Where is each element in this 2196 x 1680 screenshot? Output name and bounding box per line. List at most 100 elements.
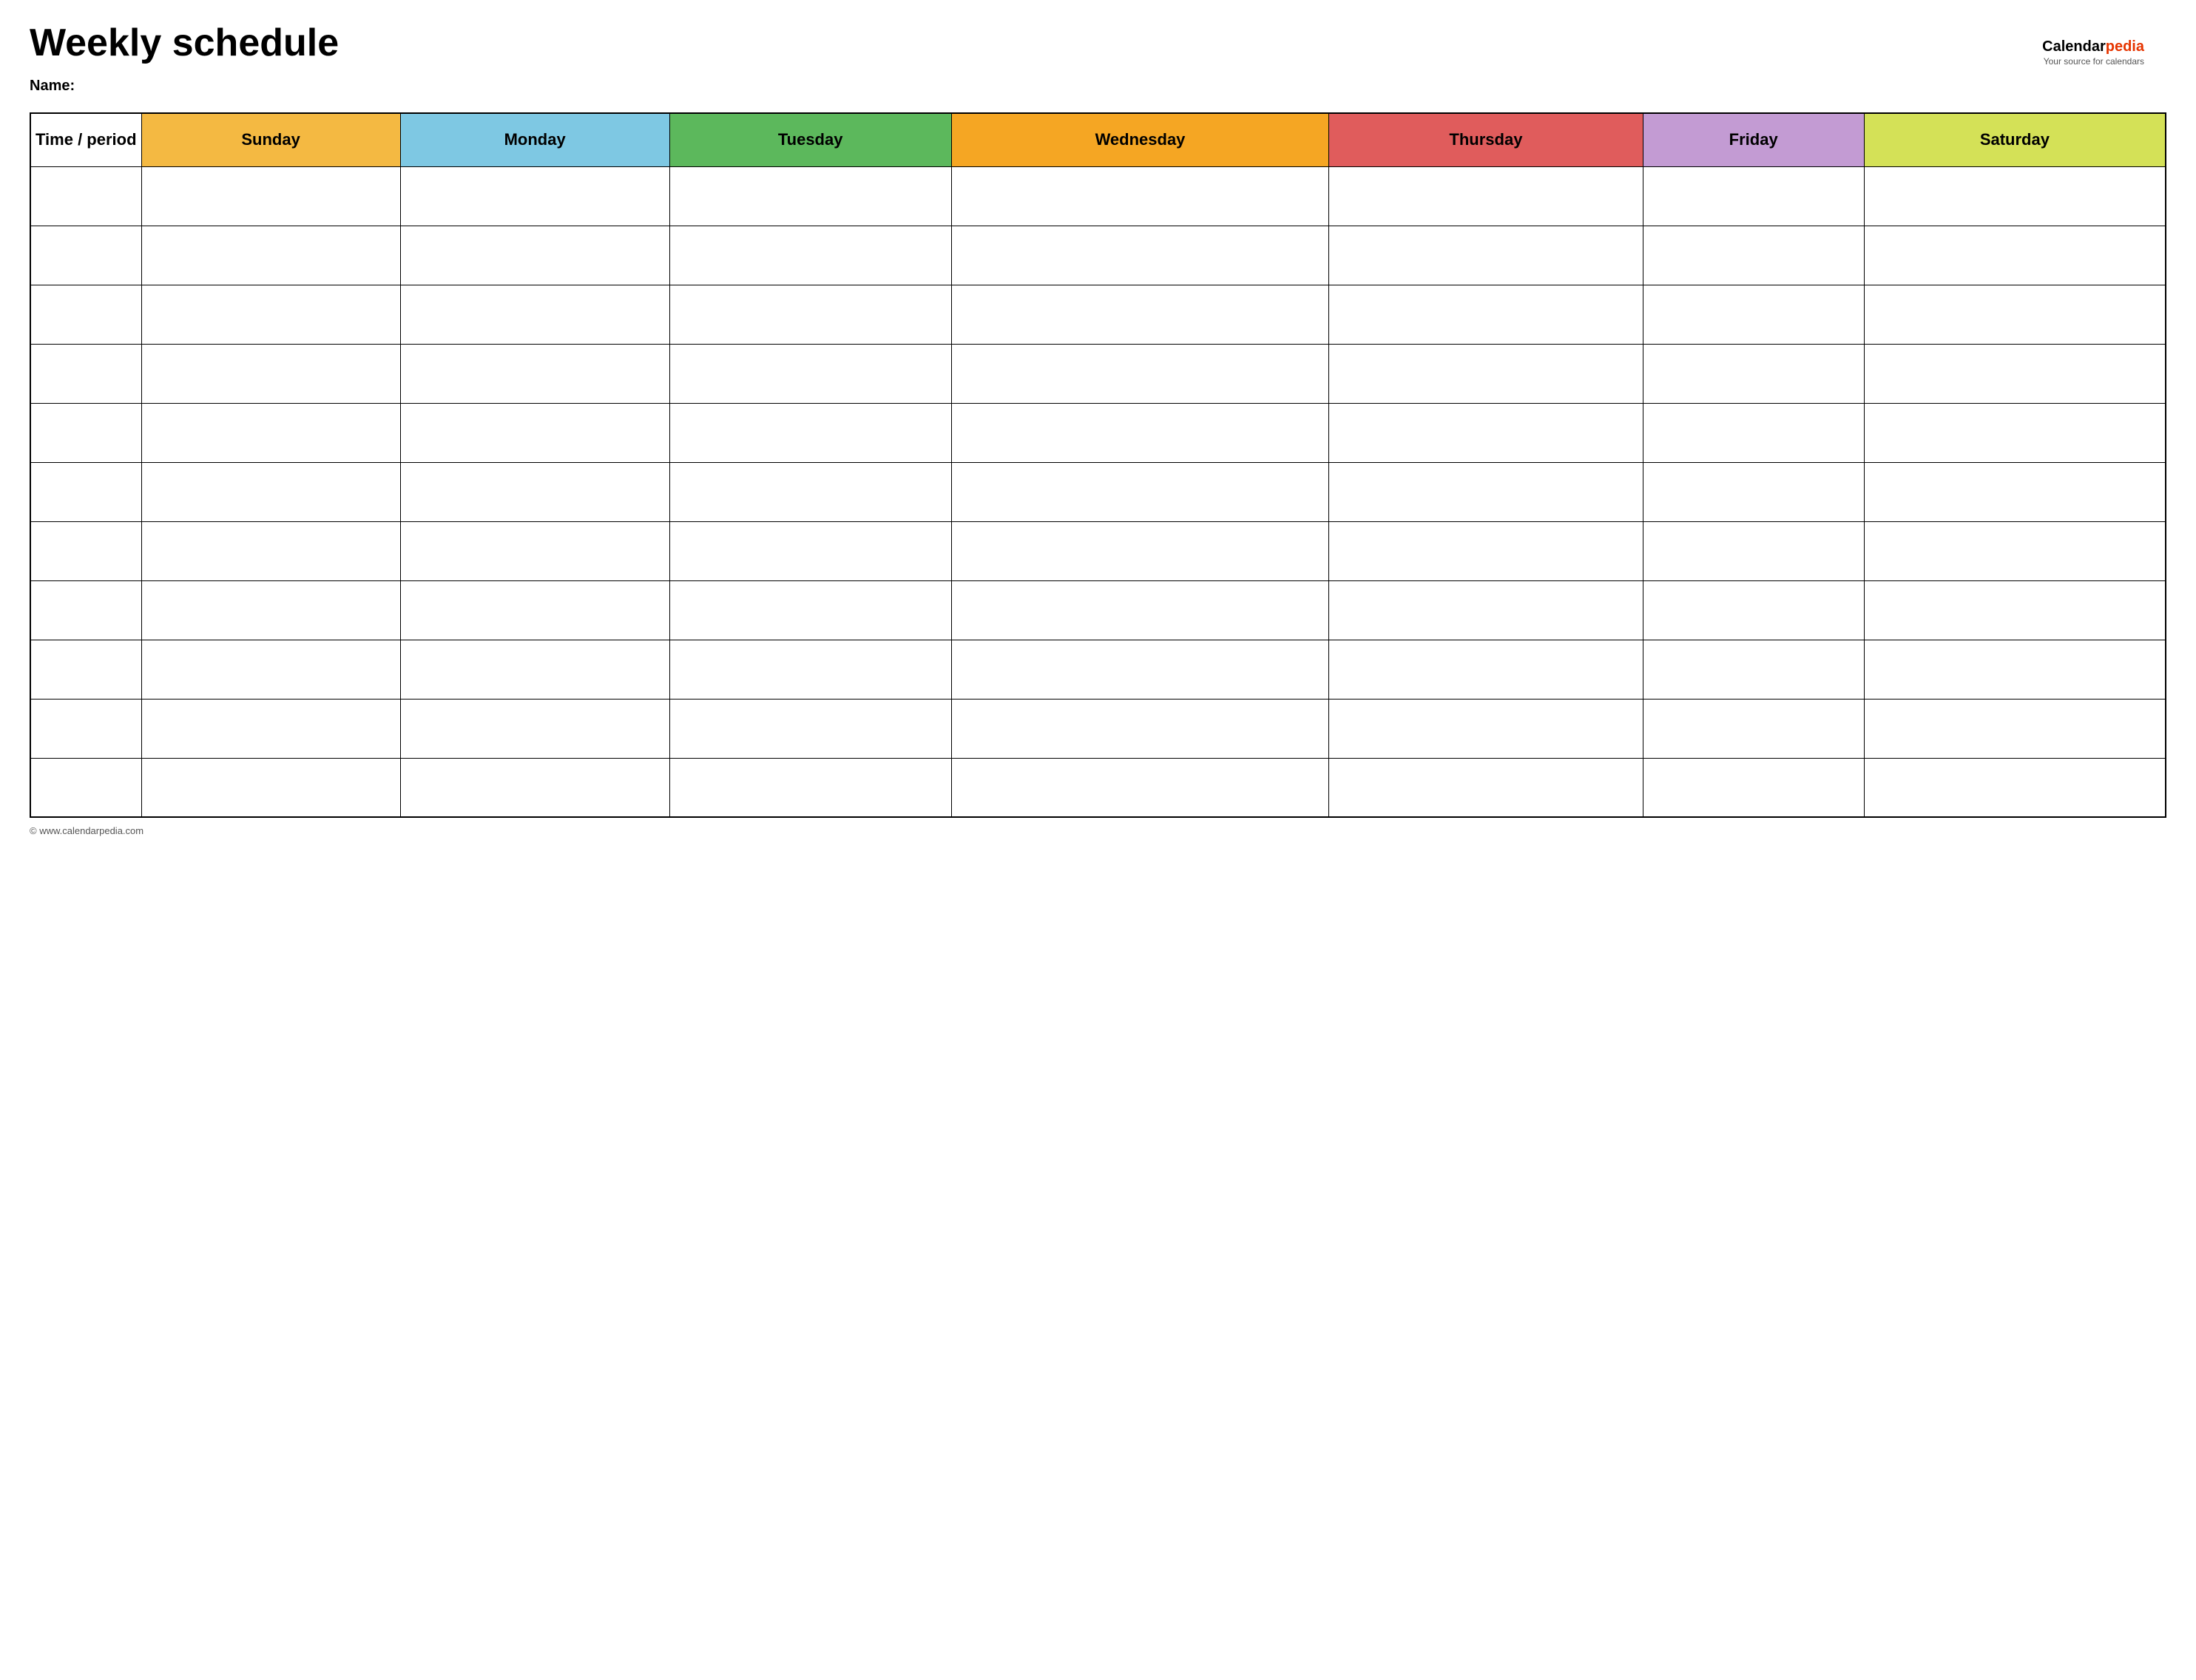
- schedule-cell[interactable]: [1329, 285, 1643, 344]
- time-cell[interactable]: [30, 403, 141, 462]
- schedule-cell[interactable]: [400, 521, 669, 580]
- schedule-table: Time / period Sunday Monday Tuesday Wedn…: [30, 112, 2166, 818]
- schedule-cell[interactable]: [1329, 580, 1643, 640]
- schedule-cell[interactable]: [951, 403, 1329, 462]
- time-cell[interactable]: [30, 226, 141, 285]
- time-cell[interactable]: [30, 285, 141, 344]
- time-cell[interactable]: [30, 166, 141, 226]
- header-wednesday: Wednesday: [951, 113, 1329, 166]
- schedule-cell[interactable]: [669, 166, 951, 226]
- logo-tagline: Your source for calendars: [2042, 56, 2144, 68]
- logo-calendar-text: Calendar: [2042, 38, 2106, 55]
- schedule-cell[interactable]: [951, 344, 1329, 403]
- schedule-cell[interactable]: [141, 462, 400, 521]
- schedule-cell[interactable]: [1329, 640, 1643, 699]
- time-cell[interactable]: [30, 699, 141, 758]
- header-thursday: Thursday: [1329, 113, 1643, 166]
- schedule-cell[interactable]: [400, 640, 669, 699]
- schedule-cell[interactable]: [1329, 166, 1643, 226]
- time-cell[interactable]: [30, 640, 141, 699]
- schedule-cell[interactable]: [1329, 226, 1643, 285]
- schedule-cell[interactable]: [1329, 403, 1643, 462]
- schedule-cell[interactable]: [400, 699, 669, 758]
- schedule-cell[interactable]: [669, 521, 951, 580]
- schedule-cell[interactable]: [141, 580, 400, 640]
- header-sunday: Sunday: [141, 113, 400, 166]
- schedule-cell[interactable]: [1329, 462, 1643, 521]
- time-cell[interactable]: [30, 521, 141, 580]
- schedule-cell[interactable]: [669, 226, 951, 285]
- schedule-cell[interactable]: [141, 166, 400, 226]
- schedule-cell[interactable]: [669, 462, 951, 521]
- schedule-cell[interactable]: [669, 699, 951, 758]
- schedule-cell[interactable]: [951, 521, 1329, 580]
- schedule-cell[interactable]: [1864, 403, 2166, 462]
- schedule-cell[interactable]: [1864, 580, 2166, 640]
- schedule-cell[interactable]: [951, 758, 1329, 817]
- schedule-cell[interactable]: [141, 758, 400, 817]
- schedule-cell[interactable]: [400, 462, 669, 521]
- schedule-cell[interactable]: [141, 226, 400, 285]
- schedule-cell[interactable]: [669, 640, 951, 699]
- schedule-cell[interactable]: [1643, 521, 1864, 580]
- schedule-cell[interactable]: [669, 580, 951, 640]
- schedule-cell[interactable]: [951, 166, 1329, 226]
- schedule-cell[interactable]: [669, 403, 951, 462]
- schedule-cell[interactable]: [1864, 344, 2166, 403]
- schedule-cell[interactable]: [1643, 462, 1864, 521]
- schedule-cell[interactable]: [141, 521, 400, 580]
- time-cell[interactable]: [30, 344, 141, 403]
- schedule-cell[interactable]: [1643, 226, 1864, 285]
- time-cell[interactable]: [30, 580, 141, 640]
- schedule-cell[interactable]: [951, 462, 1329, 521]
- schedule-cell[interactable]: [400, 403, 669, 462]
- schedule-cell[interactable]: [669, 344, 951, 403]
- schedule-cell[interactable]: [1864, 462, 2166, 521]
- schedule-cell[interactable]: [400, 166, 669, 226]
- schedule-cell[interactable]: [1643, 640, 1864, 699]
- time-cell[interactable]: [30, 462, 141, 521]
- schedule-cell[interactable]: [669, 758, 951, 817]
- schedule-cell[interactable]: [1864, 521, 2166, 580]
- schedule-cell[interactable]: [400, 580, 669, 640]
- schedule-cell[interactable]: [141, 285, 400, 344]
- schedule-cell[interactable]: [1864, 285, 2166, 344]
- schedule-cell[interactable]: [141, 640, 400, 699]
- schedule-cell[interactable]: [1329, 758, 1643, 817]
- schedule-cell[interactable]: [400, 344, 669, 403]
- header-monday: Monday: [400, 113, 669, 166]
- schedule-cell[interactable]: [1864, 758, 2166, 817]
- schedule-cell[interactable]: [1329, 521, 1643, 580]
- schedule-cell[interactable]: [951, 640, 1329, 699]
- schedule-cell[interactable]: [141, 403, 400, 462]
- schedule-cell[interactable]: [951, 226, 1329, 285]
- schedule-cell[interactable]: [400, 758, 669, 817]
- header-time-period: Time / period: [30, 113, 141, 166]
- schedule-cell[interactable]: [1329, 699, 1643, 758]
- schedule-cell[interactable]: [1643, 166, 1864, 226]
- schedule-cell[interactable]: [951, 285, 1329, 344]
- schedule-cell[interactable]: [1643, 344, 1864, 403]
- schedule-cell[interactable]: [400, 285, 669, 344]
- schedule-cell[interactable]: [141, 344, 400, 403]
- schedule-cell[interactable]: [1329, 344, 1643, 403]
- schedule-cell[interactable]: [1864, 226, 2166, 285]
- schedule-cell[interactable]: [1864, 699, 2166, 758]
- logo-pedia-text: pedia: [2106, 38, 2144, 55]
- schedule-cell[interactable]: [1643, 285, 1864, 344]
- schedule-cell[interactable]: [141, 699, 400, 758]
- schedule-cell[interactable]: [1643, 580, 1864, 640]
- schedule-cell[interactable]: [1864, 640, 2166, 699]
- schedule-cell[interactable]: [1643, 699, 1864, 758]
- schedule-cell[interactable]: [669, 285, 951, 344]
- schedule-cell[interactable]: [951, 580, 1329, 640]
- time-cell[interactable]: [30, 758, 141, 817]
- schedule-cell[interactable]: [1643, 758, 1864, 817]
- footer: © www.calendarpedia.com: [30, 825, 2166, 836]
- schedule-cell[interactable]: [400, 226, 669, 285]
- schedule-cell[interactable]: [951, 699, 1329, 758]
- header-saturday: Saturday: [1864, 113, 2166, 166]
- schedule-cell[interactable]: [1864, 166, 2166, 226]
- header-friday: Friday: [1643, 113, 1864, 166]
- schedule-cell[interactable]: [1643, 403, 1864, 462]
